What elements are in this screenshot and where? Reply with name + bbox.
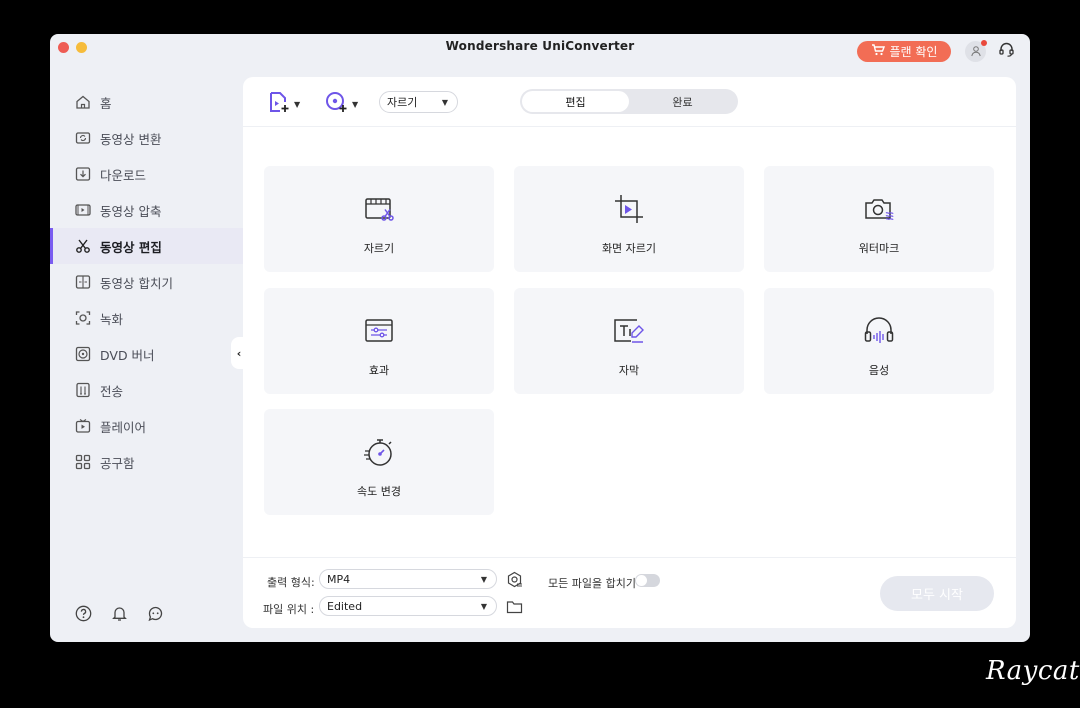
output-format-label: 출력 형식: — [267, 576, 315, 589]
sidebar-item-record[interactable]: 녹화 — [50, 300, 243, 336]
sidebar-item-label: 플레이어 — [100, 419, 147, 435]
edit-mode-select[interactable]: 자르기 ▼ — [379, 91, 458, 113]
tool-label: 자르기 — [363, 242, 395, 255]
player-icon — [74, 418, 91, 435]
sidebar-item-label: 공구함 — [100, 455, 135, 471]
folder-icon[interactable] — [506, 599, 523, 618]
chevron-down-icon: ▼ — [441, 97, 448, 107]
main-panel: ▼ ▼ 자르기 ▼ 편집 완료 자르기 화면 자르기 워터마크 효과 자막 음성… — [243, 77, 1016, 628]
notification-dot — [981, 40, 987, 46]
sidebar-item-merge[interactable]: 동영상 합치기 — [50, 264, 243, 300]
tool-card-trim[interactable]: 자르기 — [264, 166, 494, 272]
sidebar-item-toolbox[interactable]: 공구함 — [50, 444, 243, 480]
watermark-icon — [862, 192, 896, 226]
file-location-label: 파일 위치 : — [263, 603, 315, 616]
audio-icon — [862, 314, 896, 348]
start-all-button[interactable]: 모두 시작 — [880, 576, 994, 611]
file-location-select[interactable]: Edited ▼ — [319, 596, 497, 616]
account-button[interactable] — [965, 40, 987, 62]
sidebar-footer — [74, 604, 164, 622]
toolbox-icon — [74, 454, 91, 471]
edit-mode-value: 자르기 — [387, 96, 418, 109]
merge-icon — [74, 274, 91, 291]
compress-icon — [74, 202, 91, 219]
user-icon — [970, 42, 982, 61]
bell-icon[interactable] — [110, 604, 128, 622]
chevron-down-icon: ▼ — [352, 99, 359, 109]
sidebar-item-convert[interactable]: 동영상 변환 — [50, 120, 243, 156]
app-window: Wondershare UniConverter 플랜 확인 홈 동영상 변환 — [50, 34, 1030, 642]
tool-label: 효과 — [368, 364, 390, 377]
tool-label: 속도 변경 — [357, 485, 401, 498]
crop-icon — [612, 192, 646, 226]
output-format-select[interactable]: MP4 ▼ — [319, 569, 497, 589]
sidebar-item-label: 다운로드 — [100, 167, 147, 183]
tool-label: 자막 — [618, 364, 640, 377]
sidebar-item-label: 동영상 편집 — [100, 239, 162, 255]
add-file-button[interactable]: ▼ — [267, 90, 300, 118]
sidebar-item-label: DVD 버너 — [100, 347, 155, 363]
sidebar-item-label: 전송 — [100, 383, 124, 399]
effect-icon — [362, 314, 396, 348]
add-file-icon — [267, 90, 291, 118]
merge-files-label: 모든 파일을 합치기 — [548, 577, 636, 590]
tool-label: 화면 자르기 — [601, 242, 657, 255]
tool-card-watermark[interactable]: 워터마크 — [764, 166, 994, 272]
tool-card-crop[interactable]: 화면 자르기 — [514, 166, 744, 272]
plan-button[interactable]: 플랜 확인 — [857, 41, 951, 62]
subtitle-icon — [612, 314, 646, 348]
support-button[interactable] — [996, 41, 1016, 61]
tool-card-effect[interactable]: 효과 — [264, 288, 494, 394]
sidebar: 홈 동영상 변환 다운로드 동영상 압축 동영상 편집 동영상 합치기 녹화 D… — [50, 72, 243, 642]
add-disc-icon — [325, 90, 349, 118]
sidebar-item-edit[interactable]: 동영상 편집 — [50, 228, 243, 264]
chevron-down-icon: ▼ — [480, 601, 487, 611]
tool-card-audio[interactable]: 음성 — [764, 288, 994, 394]
chevron-left-icon: ‹ — [236, 346, 242, 360]
chevron-down-icon: ▼ — [294, 99, 301, 109]
raycat-watermark: Raycat — [986, 656, 1080, 686]
format-settings-icon[interactable] — [506, 571, 523, 592]
scissors-icon — [74, 238, 91, 255]
edit-done-tabs: 편집 완료 — [520, 89, 738, 114]
headset-icon — [998, 41, 1015, 62]
transfer-icon — [74, 382, 91, 399]
sidebar-item-label: 동영상 변환 — [100, 131, 162, 147]
disc-icon — [74, 346, 91, 363]
chevron-down-icon: ▼ — [480, 574, 487, 584]
plan-button-label: 플랜 확인 — [889, 45, 938, 59]
footer-bar: 출력 형식: MP4 ▼ 모든 파일을 합치기 파일 위치 : Edited ▼… — [243, 557, 1016, 628]
file-location-value: Edited — [327, 599, 363, 613]
feedback-icon[interactable] — [146, 604, 164, 622]
tab-done[interactable]: 완료 — [629, 91, 736, 112]
tool-label: 워터마크 — [858, 242, 900, 255]
title-bar: Wondershare UniConverter 플랜 확인 — [50, 34, 1030, 72]
trim-icon — [362, 192, 396, 226]
convert-icon — [74, 130, 91, 147]
sidebar-item-transfer[interactable]: 전송 — [50, 372, 243, 408]
sidebar-item-dvd[interactable]: DVD 버너 — [50, 336, 243, 372]
output-format-value: MP4 — [327, 572, 351, 586]
tool-card-subtitle[interactable]: 자막 — [514, 288, 744, 394]
sidebar-item-download[interactable]: 다운로드 — [50, 156, 243, 192]
tab-edit[interactable]: 편집 — [522, 91, 629, 112]
record-icon — [74, 310, 91, 327]
tool-card-speed[interactable]: 속도 변경 — [264, 409, 494, 515]
sidebar-item-home[interactable]: 홈 — [50, 84, 243, 120]
sidebar-item-label: 동영상 압축 — [100, 203, 162, 219]
sidebar-item-compress[interactable]: 동영상 압축 — [50, 192, 243, 228]
home-icon — [74, 94, 91, 111]
help-icon[interactable] — [74, 604, 92, 622]
toolbar: ▼ ▼ 자르기 ▼ 편집 완료 — [243, 77, 1016, 127]
merge-files-toggle[interactable] — [635, 574, 660, 587]
download-icon — [74, 166, 91, 183]
sidebar-item-label: 녹화 — [100, 311, 124, 327]
sidebar-item-player[interactable]: 플레이어 — [50, 408, 243, 444]
sidebar-item-label: 동영상 합치기 — [100, 275, 173, 291]
sidebar-item-label: 홈 — [100, 95, 112, 111]
tool-label: 음성 — [868, 364, 890, 377]
speed-icon — [362, 435, 396, 469]
cart-icon — [871, 44, 885, 59]
add-disc-button[interactable]: ▼ — [325, 90, 358, 118]
